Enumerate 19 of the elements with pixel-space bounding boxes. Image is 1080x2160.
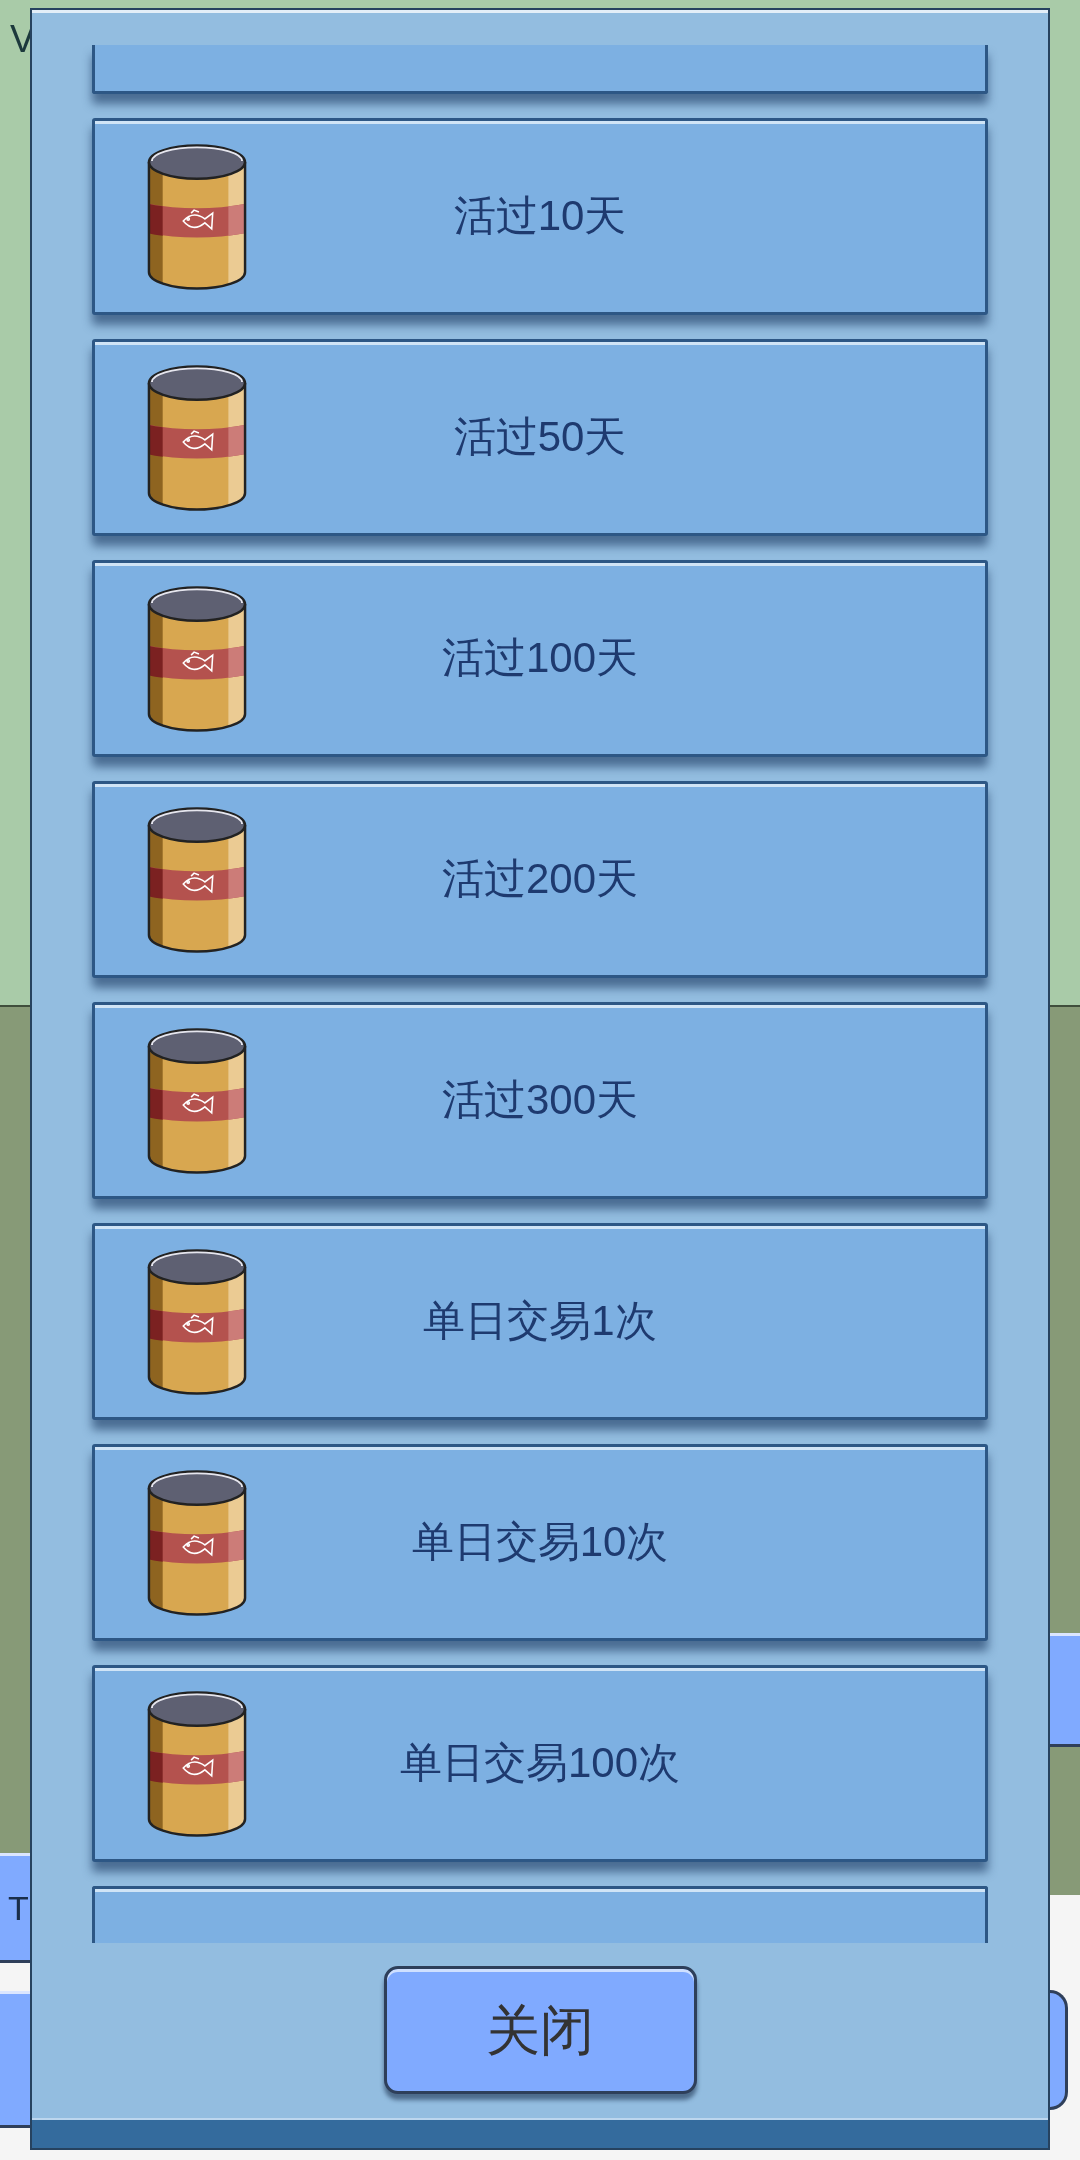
achievement-title: 单日交易1次 [423,1296,657,1347]
can-icon [146,141,248,292]
can-icon [146,804,248,955]
can-icon [146,362,248,513]
can-icon [146,1025,248,1176]
can-icon [146,583,248,734]
achievement-title: 单日交易10次 [411,1517,669,1568]
achievement-title: 活过200天 [441,854,639,905]
can-icon [146,1467,248,1618]
achievement-title: 活过10天 [453,191,627,242]
achievement-title: 活过100天 [441,633,639,684]
side-button[interactable]: T [0,1853,30,1963]
close-button[interactable]: 关闭 [383,1966,697,2094]
can-icon [146,1246,248,1397]
achievement-title: 单日交易100次 [399,1738,681,1789]
achievement-title: 活过300天 [441,1075,639,1126]
achievement-title: 活过50天 [453,412,627,463]
can-icon [146,1688,248,1839]
side-button[interactable] [1050,1990,1068,2110]
